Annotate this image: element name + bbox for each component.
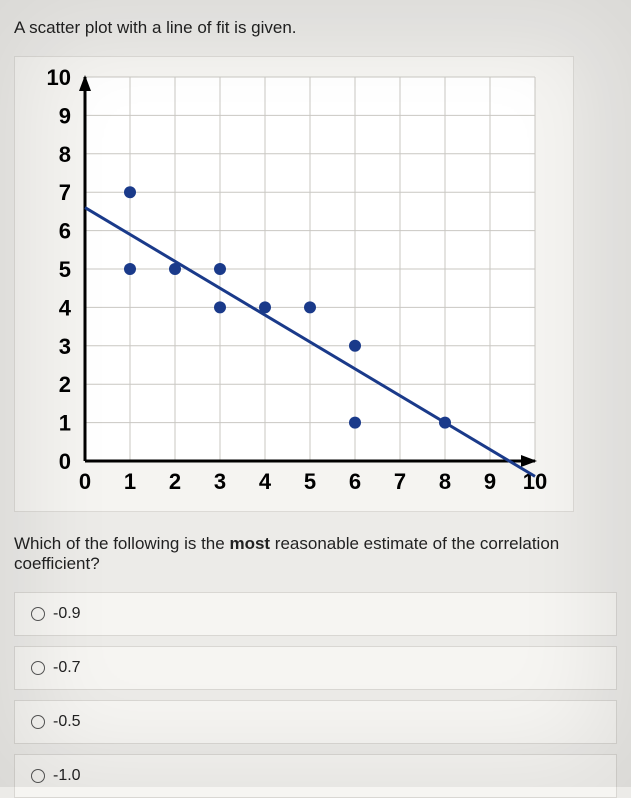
radio-icon — [31, 715, 45, 729]
question-prefix: Which of the following is the — [14, 534, 229, 553]
svg-text:4: 4 — [59, 295, 72, 320]
svg-text:1: 1 — [124, 469, 136, 494]
question-bold: most — [229, 534, 270, 553]
svg-text:4: 4 — [259, 469, 272, 494]
svg-text:5: 5 — [59, 257, 71, 282]
svg-text:8: 8 — [439, 469, 451, 494]
option-label: -0.9 — [53, 605, 81, 623]
radio-icon — [31, 607, 45, 621]
svg-text:6: 6 — [59, 219, 71, 244]
chart-svg: 012345678910012345678910 — [25, 67, 565, 507]
svg-text:0: 0 — [59, 449, 71, 474]
scatter-chart: 012345678910012345678910 — [14, 56, 574, 512]
svg-text:6: 6 — [349, 469, 361, 494]
svg-text:3: 3 — [59, 334, 71, 359]
svg-text:0: 0 — [79, 469, 91, 494]
svg-text:7: 7 — [394, 469, 406, 494]
option-label: -0.5 — [53, 713, 81, 731]
svg-text:10: 10 — [47, 67, 71, 90]
option-2[interactable]: -0.5 — [14, 700, 617, 744]
radio-icon — [31, 661, 45, 675]
option-label: -0.7 — [53, 659, 81, 677]
intro-text: A scatter plot with a line of fit is giv… — [14, 18, 617, 38]
svg-text:5: 5 — [304, 469, 316, 494]
svg-text:3: 3 — [214, 469, 226, 494]
option-1[interactable]: -0.7 — [14, 646, 617, 690]
svg-text:8: 8 — [59, 142, 71, 167]
svg-text:2: 2 — [59, 372, 71, 397]
svg-text:2: 2 — [169, 469, 181, 494]
option-0[interactable]: -0.9 — [14, 592, 617, 636]
option-label: -1.0 — [53, 767, 81, 785]
options-list: -0.9 -0.7 -0.5 -1.0 — [14, 592, 617, 798]
svg-text:9: 9 — [59, 103, 71, 128]
radio-icon — [31, 769, 45, 783]
question-text: Which of the following is the most reaso… — [14, 534, 617, 574]
svg-text:1: 1 — [59, 411, 71, 436]
svg-text:7: 7 — [59, 180, 71, 205]
svg-text:9: 9 — [484, 469, 496, 494]
option-3[interactable]: -1.0 — [14, 754, 617, 798]
